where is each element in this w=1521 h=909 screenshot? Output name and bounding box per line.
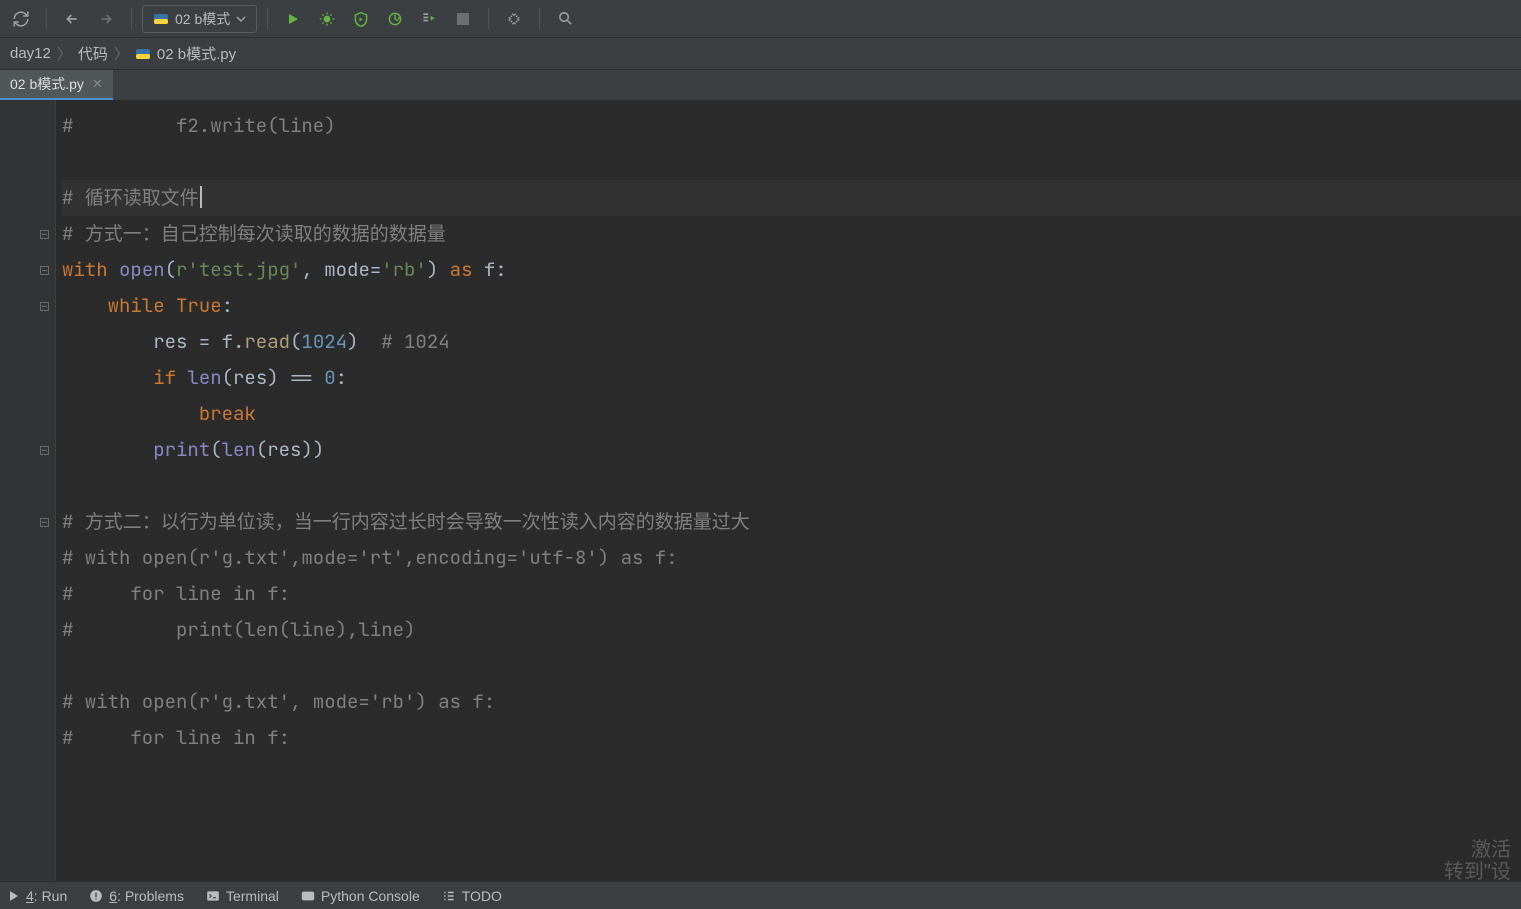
- fold-marker-icon[interactable]: [40, 518, 49, 527]
- stop-icon[interactable]: [448, 5, 478, 33]
- breadcrumb: day12 〉 代码 〉 02 b模式.py: [0, 38, 1521, 70]
- tool-terminal[interactable]: Terminal: [206, 888, 279, 904]
- forward-icon[interactable]: [91, 5, 121, 33]
- main-toolbar: 02 b模式: [0, 0, 1521, 38]
- terminal-icon: [206, 889, 220, 903]
- chevron-right-icon: 〉: [114, 43, 129, 64]
- tool-run[interactable]: 4: Run: [8, 888, 67, 904]
- profile-run-icon[interactable]: [380, 5, 410, 33]
- fold-marker-icon[interactable]: [40, 446, 49, 455]
- tool-problems[interactable]: 6: Problems: [89, 888, 184, 904]
- chevron-right-icon: 〉: [57, 43, 72, 64]
- editor-tab-active[interactable]: 02 b模式.py ✕: [0, 70, 113, 100]
- code-area[interactable]: # f2.write(line) # 循环读取文件# 方式一：自己控制每次读取的…: [56, 100, 1521, 881]
- breadcrumb-item[interactable]: 代码: [78, 43, 108, 64]
- tool-window-bar: 4: Run 6: Problems Terminal Python Conso…: [0, 881, 1521, 909]
- tab-label: 02 b模式.py: [10, 74, 84, 94]
- breadcrumb-item[interactable]: 02 b模式.py: [135, 43, 236, 64]
- coverage-run-icon[interactable]: [346, 5, 376, 33]
- run-configuration-selector[interactable]: 02 b模式: [142, 5, 257, 33]
- run-icon[interactable]: [278, 5, 308, 33]
- fold-marker-icon[interactable]: [40, 302, 49, 311]
- editor-tabs: 02 b模式.py ✕: [0, 70, 1521, 100]
- run-config-label: 02 b模式: [175, 9, 230, 29]
- concurrent-run-icon[interactable]: [414, 5, 444, 33]
- separator: [267, 8, 268, 30]
- search-icon[interactable]: [550, 5, 580, 33]
- chevron-down-icon: [236, 14, 246, 24]
- python-file-icon: [135, 46, 151, 62]
- python-icon: [301, 889, 315, 903]
- separator: [131, 8, 132, 30]
- python-file-icon: [153, 11, 169, 27]
- separator: [539, 8, 540, 30]
- sync-icon[interactable]: [6, 5, 36, 33]
- back-icon[interactable]: [57, 5, 87, 33]
- todo-icon: [442, 889, 456, 903]
- tool-todo[interactable]: TODO: [442, 888, 502, 904]
- settings-icon[interactable]: [499, 5, 529, 33]
- fold-marker-icon[interactable]: [40, 230, 49, 239]
- close-tab-icon[interactable]: ✕: [92, 76, 103, 92]
- tool-python-console[interactable]: Python Console: [301, 888, 420, 904]
- code-editor[interactable]: # f2.write(line) # 循环读取文件# 方式一：自己控制每次读取的…: [0, 100, 1521, 881]
- debug-icon[interactable]: [312, 5, 342, 33]
- run-icon: [8, 890, 20, 902]
- separator: [46, 8, 47, 30]
- fold-marker-icon[interactable]: [40, 266, 49, 275]
- warning-icon: [89, 889, 103, 903]
- separator: [488, 8, 489, 30]
- editor-gutter: [0, 100, 56, 881]
- breadcrumb-item[interactable]: day12: [10, 45, 51, 62]
